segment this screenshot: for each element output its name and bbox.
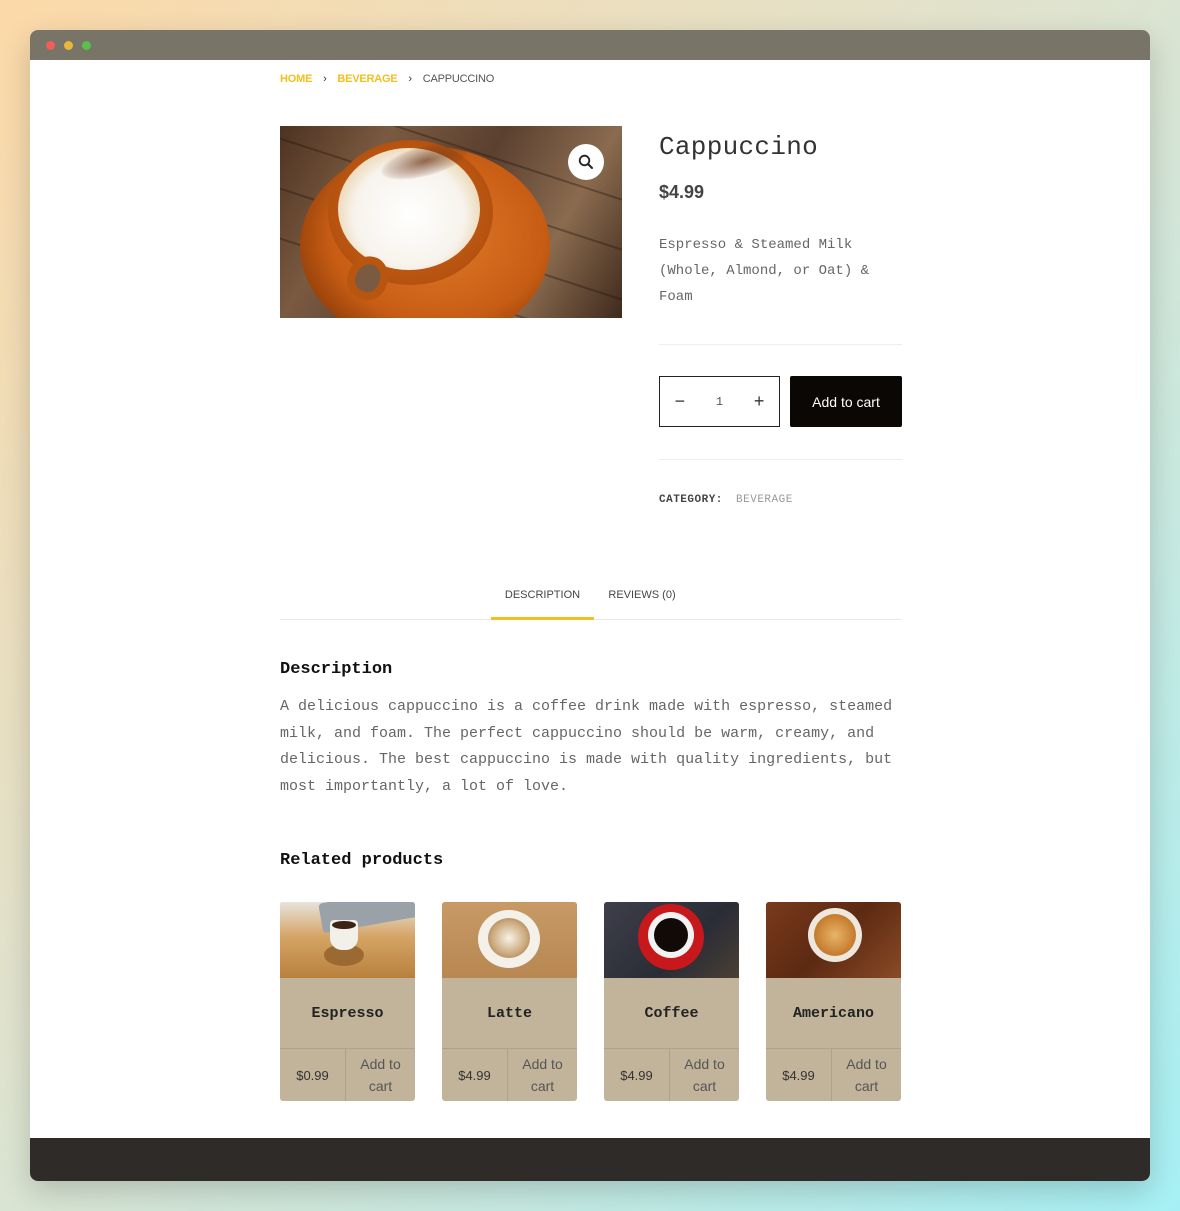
- description-heading: Description: [280, 660, 393, 679]
- chevron-right-icon: ›: [323, 73, 327, 85]
- product-card[interactable]: Latte $4.99 Add to cart: [442, 902, 577, 1101]
- product-card-footer: $0.99 Add to cart: [280, 1048, 415, 1101]
- breadcrumb-current: CAPPUCCINO: [422, 73, 495, 85]
- description-text: A delicious cappuccino is a coffee drink…: [280, 698, 893, 795]
- product-card-add-to-cart[interactable]: Add to cart: [832, 1049, 901, 1101]
- product-image[interactable]: [280, 126, 622, 318]
- add-to-cart-form: − + Add to cart: [659, 376, 902, 427]
- product-title: Cappuccino: [659, 132, 819, 162]
- product-short-description: Espresso & Steamed Milk (Whole, Almond, …: [659, 237, 870, 305]
- quantity-stepper: − +: [659, 376, 780, 427]
- product-card-title[interactable]: Espresso: [280, 978, 415, 1048]
- product-card-image[interactable]: [280, 902, 415, 978]
- product-meta: CATEGORY: BEVERAGE: [659, 494, 902, 506]
- browser-window: HOME › BEVERAGE › CAPPUCCINO Cappuccino …: [30, 30, 1150, 1181]
- product-card[interactable]: Americano $4.99 Add to cart: [766, 902, 901, 1101]
- breadcrumb-home-link[interactable]: HOME: [280, 73, 312, 85]
- product-card-footer: $4.99 Add to cart: [442, 1048, 577, 1101]
- plus-icon[interactable]: +: [744, 391, 774, 412]
- product-card-add-to-cart[interactable]: Add to cart: [346, 1049, 415, 1101]
- product-card-price: $4.99: [766, 1049, 832, 1101]
- quantity-input[interactable]: [704, 394, 735, 409]
- window-titlebar: [30, 30, 1150, 60]
- product-card[interactable]: Coffee $4.99 Add to cart: [604, 902, 739, 1101]
- product-card-image[interactable]: [442, 902, 577, 978]
- chevron-right-icon: ›: [408, 73, 412, 85]
- site-footer: [30, 1138, 1150, 1181]
- tab-description[interactable]: DESCRIPTION: [491, 588, 594, 620]
- add-to-cart-button[interactable]: Add to cart: [790, 376, 902, 427]
- maximize-window-icon[interactable]: [82, 41, 91, 50]
- product-card-title[interactable]: Coffee: [604, 978, 739, 1048]
- category-label: CATEGORY:: [659, 494, 723, 506]
- product-card-image[interactable]: [766, 902, 901, 978]
- product-card-add-to-cart[interactable]: Add to cart: [508, 1049, 577, 1101]
- magnifier-icon: [578, 154, 593, 169]
- divider: [659, 344, 902, 345]
- product-card-image[interactable]: [604, 902, 739, 978]
- product-tabs: DESCRIPTION REVIEWS (0): [280, 588, 902, 620]
- divider: [659, 459, 902, 460]
- product-card-add-to-cart[interactable]: Add to cart: [670, 1049, 739, 1101]
- product-card-footer: $4.99 Add to cart: [766, 1048, 901, 1101]
- product-card-price: $0.99: [280, 1049, 346, 1101]
- related-products-heading: Related products: [280, 851, 444, 870]
- product-card-title[interactable]: Latte: [442, 978, 577, 1048]
- breadcrumb: HOME › BEVERAGE › CAPPUCCINO: [280, 73, 494, 85]
- zoom-button[interactable]: [568, 144, 604, 180]
- product-summary: Cappuccino $4.99 Espresso & Steamed Milk…: [659, 126, 902, 506]
- related-products-list: Espresso $0.99 Add to cart Latte $4.99 A…: [280, 902, 901, 1101]
- product-price: $4.99: [659, 182, 705, 202]
- breadcrumb-category-link[interactable]: BEVERAGE: [337, 73, 397, 85]
- product-card-price: $4.99: [604, 1049, 670, 1101]
- minimize-window-icon[interactable]: [64, 41, 73, 50]
- minus-icon[interactable]: −: [665, 391, 695, 412]
- product-card-title[interactable]: Americano: [766, 978, 901, 1048]
- product-card[interactable]: Espresso $0.99 Add to cart: [280, 902, 415, 1101]
- close-window-icon[interactable]: [46, 41, 55, 50]
- tab-reviews[interactable]: REVIEWS (0): [600, 588, 684, 620]
- category-link[interactable]: BEVERAGE: [736, 494, 793, 506]
- product-card-footer: $4.99 Add to cart: [604, 1048, 739, 1101]
- product-card-price: $4.99: [442, 1049, 508, 1101]
